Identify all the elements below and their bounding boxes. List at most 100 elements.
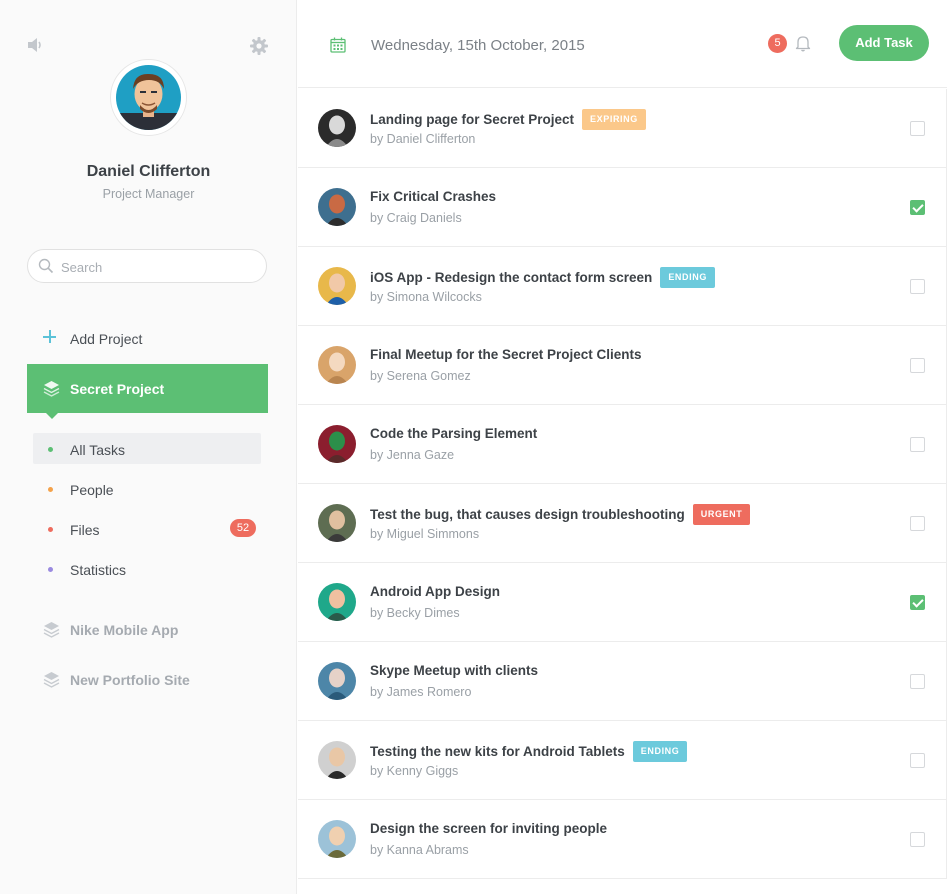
top-header: Wednesday, 15th October, 2015 5 Add Task (298, 0, 947, 88)
layers-icon (43, 622, 60, 638)
project-subnav: All Tasks People Files 52 Statistics (33, 433, 261, 593)
task-title: Design the screen for inviting people (370, 821, 608, 837)
add-project-button[interactable]: Add Project (27, 326, 267, 354)
task-checkbox[interactable] (910, 516, 925, 531)
author-avatar (318, 741, 356, 779)
calendar-icon[interactable] (330, 37, 346, 53)
subnav-label: Statistics (70, 562, 127, 578)
task-checkbox[interactable] (910, 753, 925, 768)
task-title: Skype Meetup with clients (370, 663, 539, 679)
subnav-label: Files (70, 522, 100, 538)
status-dot (48, 527, 53, 532)
task-row[interactable]: Final Meetup for the Secret Project Clie… (298, 326, 947, 405)
task-row[interactable]: Fix Critical Crashes by Craig Daniels (298, 168, 947, 247)
task-author: by Craig Daniels (370, 211, 462, 225)
current-date: Wednesday, 15th October, 2015 (371, 37, 585, 54)
task-title: Landing page for Secret Project (370, 112, 575, 127)
task-author: by Simona Wilcocks (370, 290, 482, 304)
speaker-icon[interactable] (27, 37, 45, 53)
subnav-all-tasks[interactable]: All Tasks (33, 433, 261, 464)
author-avatar (318, 662, 356, 700)
task-author: by Kenny Giggs (370, 764, 459, 778)
task-row[interactable]: Android App Design by Becky Dimes (298, 563, 947, 642)
task-status-badge: ENDING (660, 267, 715, 288)
task-author: by Serena Gomez (370, 369, 471, 383)
task-author: by Kanna Abrams (370, 843, 469, 857)
task-author: by James Romero (370, 685, 472, 699)
subnav-statistics[interactable]: Statistics (33, 553, 261, 584)
task-title-row: Android App Design (370, 583, 500, 603)
avatar[interactable] (110, 59, 187, 136)
task-row[interactable]: iOS App - Redesign the contact form scre… (298, 247, 947, 326)
add-project-label: Add Project (70, 331, 143, 347)
task-checkbox[interactable] (910, 595, 925, 610)
status-dot (48, 567, 53, 572)
task-author: by Jenna Gaze (370, 448, 455, 462)
layers-icon (43, 381, 60, 397)
task-title: Final Meetup for the Secret Project Clie… (370, 347, 642, 363)
task-checkbox[interactable] (910, 279, 925, 294)
task-title-row: Testing the new kits for Android Tablets… (370, 741, 688, 762)
task-row[interactable]: Design the screen for inviting people by … (298, 800, 947, 879)
bell-icon[interactable] (794, 34, 812, 52)
subnav-files[interactable]: Files 52 (33, 513, 261, 544)
project-secret-project[interactable]: Secret Project (27, 364, 268, 419)
project-new-portfolio-site[interactable]: New Portfolio Site (27, 664, 268, 694)
task-author: by Daniel Clifferton (370, 132, 476, 146)
task-checkbox[interactable] (910, 437, 925, 452)
status-dot (48, 487, 53, 492)
gear-icon[interactable] (249, 36, 269, 56)
active-project-label: Secret Project (70, 381, 165, 397)
author-avatar (318, 109, 356, 147)
task-checkbox[interactable] (910, 121, 925, 136)
subnav-people[interactable]: People (33, 473, 261, 504)
task-checkbox[interactable] (910, 200, 925, 215)
task-status-badge: ENDING (632, 741, 688, 762)
task-title: Test the bug, that causes design trouble… (370, 507, 685, 522)
plus-icon (43, 330, 56, 343)
task-title-row: iOS App - Redesign the contact form scre… (370, 267, 715, 288)
task-row[interactable]: Skype Meetup with clients by James Romero (298, 642, 947, 721)
task-title-row: Skype Meetup with clients (370, 662, 538, 682)
notification-count-badge: 5 (768, 34, 787, 53)
task-title-row: Landing page for Secret Project EXPIRING (370, 109, 646, 130)
task-status-badge: EXPIRING (582, 109, 646, 130)
task-title-row: Fix Critical Crashes (370, 188, 496, 208)
status-dot (48, 447, 53, 452)
task-checkbox[interactable] (910, 674, 925, 689)
author-avatar (318, 267, 356, 305)
search-box (27, 249, 267, 283)
project-label: Nike Mobile App (70, 622, 179, 638)
author-avatar (318, 504, 356, 542)
author-avatar (318, 346, 356, 384)
task-row[interactable]: Landing page for Secret Project EXPIRING b… (298, 89, 947, 168)
task-title: Testing the new kits for Android Tablets (370, 744, 625, 759)
task-title-row: Code the Parsing Element (370, 425, 537, 445)
author-avatar (318, 583, 356, 621)
add-task-button[interactable]: Add Task (839, 25, 929, 61)
files-count-badge: 52 (230, 519, 256, 537)
task-checkbox[interactable] (910, 832, 925, 847)
search-input[interactable] (61, 257, 256, 277)
task-status-badge: URGENT (692, 504, 751, 525)
user-name: Daniel Clifferton (86, 163, 211, 180)
task-checkbox[interactable] (910, 358, 925, 373)
task-row[interactable]: Test the bug, that causes design trouble… (298, 484, 947, 563)
layers-icon (43, 672, 60, 688)
task-title-row: Test the bug, that causes design trouble… (370, 504, 751, 525)
subnav-label: All Tasks (70, 442, 125, 458)
task-title: iOS App - Redesign the contact form scre… (370, 270, 653, 285)
task-title: Fix Critical Crashes (370, 189, 497, 205)
task-author: by Becky Dimes (370, 606, 460, 620)
author-avatar (318, 188, 356, 226)
subnav-label: People (70, 482, 114, 498)
user-role: Project Manager (102, 187, 195, 201)
author-avatar (318, 425, 356, 463)
author-avatar (318, 820, 356, 858)
search-icon (38, 258, 54, 274)
task-row[interactable]: Testing the new kits for Android Tablets… (298, 721, 947, 800)
task-row[interactable]: Code the Parsing Element by Jenna Gaze (298, 405, 947, 484)
project-nike-mobile-app[interactable]: Nike Mobile App (27, 614, 268, 644)
project-label: New Portfolio Site (70, 672, 190, 688)
task-author: by Miguel Simmons (370, 527, 480, 541)
